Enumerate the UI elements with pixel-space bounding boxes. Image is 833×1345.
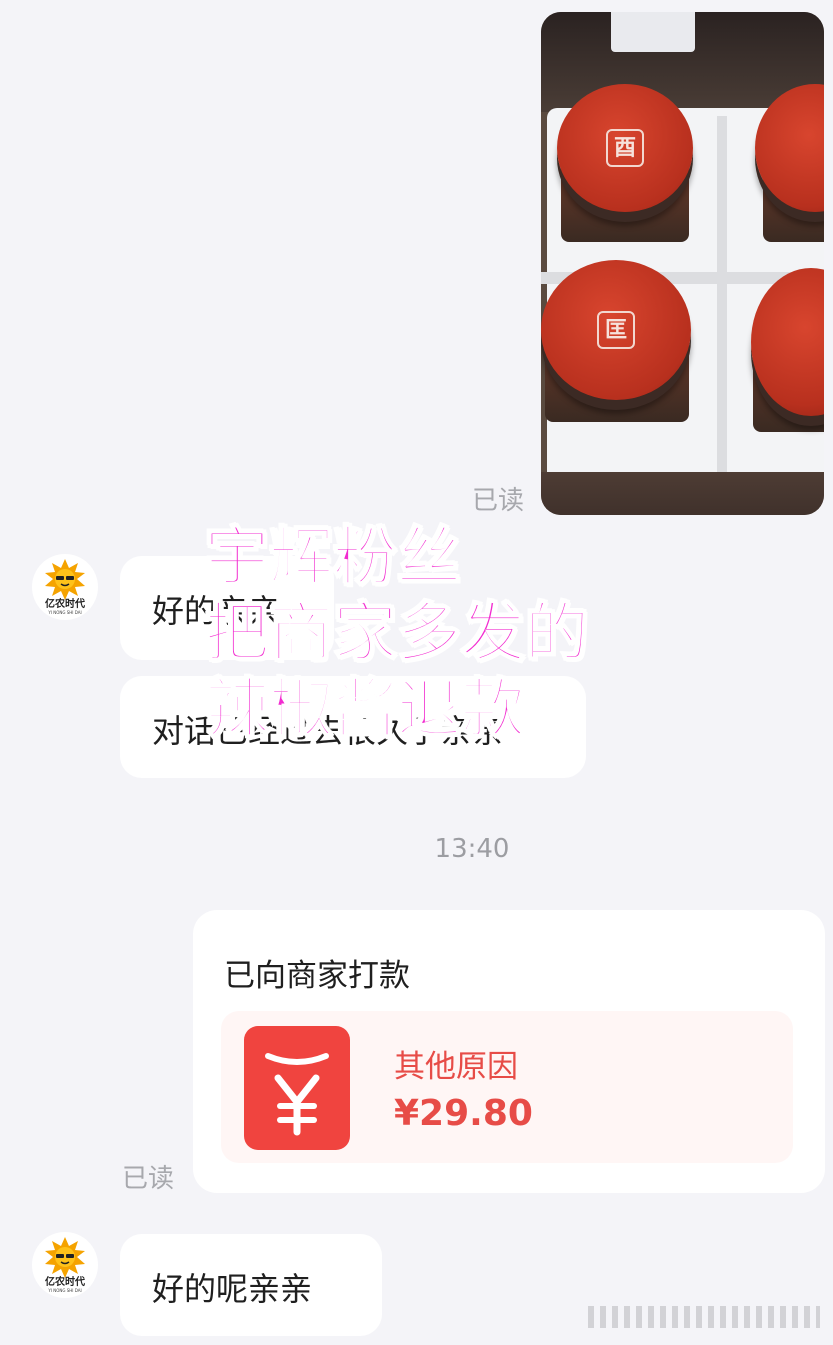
yuan-payment-icon [244,1026,350,1150]
payment-title: 已向商家打款 [224,958,410,994]
photo-foam-divider [717,116,727,476]
read-status: 已读 [472,486,525,516]
bottom-edge-artifact [588,1306,820,1328]
jar-lid: 酉 [557,84,693,212]
lid-logo: 匡 [597,311,635,349]
payment-card[interactable]: 已向商家打款 其他原因 ¥29.80 [193,910,825,1193]
read-status: 已读 [122,1164,175,1194]
message-timestamp: 13:40 [434,834,510,864]
received-message-bubble[interactable]: 对话已经过去很久了亲亲 [120,676,586,778]
lid-logo: 酉 [606,129,644,167]
product-photo-message[interactable]: 酉 匡 [541,12,824,515]
photo-box-corner [611,12,695,52]
avatar-brand-text: 亿农时代 [45,597,85,610]
payment-detail[interactable]: 其他原因 ¥29.80 [221,1011,793,1163]
sun-logo-icon: 亿农时代 YI NONG SHI DAI [45,559,85,615]
message-text: 好的亲亲 [152,592,281,630]
sun-logo-icon: 亿农时代 YI NONG SHI DAI [45,1237,85,1293]
merchant-avatar[interactable]: 亿农时代 YI NONG SHI DAI [32,554,98,620]
payment-reason: 其他原因 [394,1049,518,1085]
received-message-bubble[interactable]: 好的呢亲亲 [120,1234,382,1336]
photo-table [541,472,824,515]
message-text: 好的呢亲亲 [152,1270,313,1308]
avatar-brand-subtext: YI NONG SHI DAI [47,610,81,615]
merchant-avatar[interactable]: 亿农时代 YI NONG SHI DAI [32,1232,98,1298]
received-message-bubble[interactable]: 好的亲亲 [120,556,334,660]
avatar-brand-subtext: YI NONG SHI DAI [47,1288,81,1293]
message-text: 对话已经过去很久了亲亲 [152,712,505,750]
payment-amount: ¥29.80 [394,1093,533,1134]
avatar-brand-text: 亿农时代 [45,1275,85,1288]
jar-lid: 匡 [541,260,691,400]
